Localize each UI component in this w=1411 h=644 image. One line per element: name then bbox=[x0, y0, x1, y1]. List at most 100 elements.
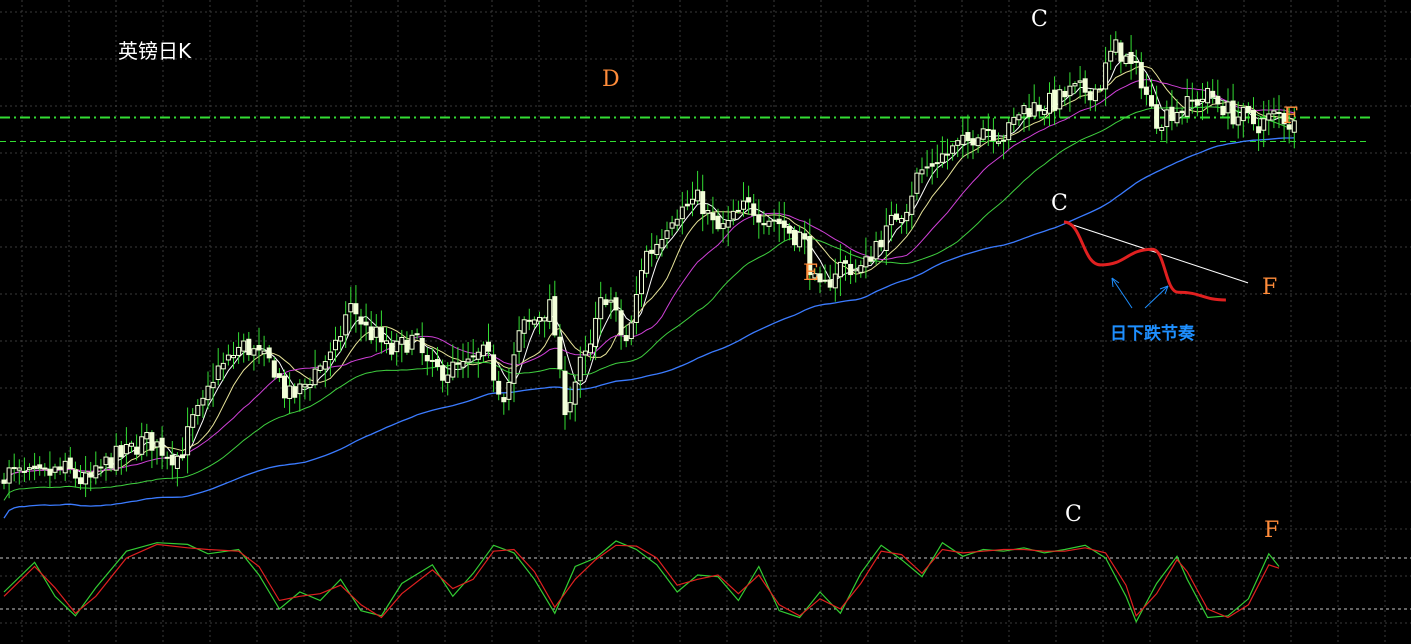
candle-body bbox=[720, 223, 726, 230]
candle-body bbox=[378, 327, 384, 343]
candle-body bbox=[225, 354, 231, 361]
label-f-main: F bbox=[1283, 104, 1298, 129]
candle-body bbox=[623, 335, 629, 342]
candle-body bbox=[756, 214, 762, 223]
candle-body bbox=[180, 454, 185, 459]
candle-body bbox=[786, 225, 792, 234]
candle-body bbox=[1184, 96, 1190, 117]
candle-body bbox=[47, 469, 53, 476]
candle-body bbox=[526, 319, 532, 322]
candle-body bbox=[924, 166, 930, 169]
candle-body bbox=[929, 163, 935, 167]
candle-body bbox=[496, 380, 502, 395]
candle-body bbox=[78, 477, 83, 485]
candle-body bbox=[1159, 126, 1165, 131]
candle-body bbox=[480, 344, 486, 357]
candle-body bbox=[674, 218, 680, 226]
candle-body bbox=[1021, 105, 1027, 115]
candle-body bbox=[465, 358, 471, 363]
candle-body bbox=[450, 361, 456, 378]
candle-body bbox=[307, 384, 313, 389]
label-c-osc: C bbox=[1065, 502, 1082, 527]
candle-body bbox=[822, 279, 828, 282]
candle-body bbox=[1062, 90, 1068, 98]
candle-body bbox=[1047, 92, 1052, 114]
candle-body bbox=[1210, 90, 1216, 98]
candle-body bbox=[149, 432, 155, 451]
candle-body bbox=[1154, 104, 1160, 129]
candle-body bbox=[1169, 106, 1175, 121]
candle-body bbox=[1057, 89, 1063, 110]
candle-body bbox=[200, 397, 206, 406]
candle-body bbox=[990, 129, 996, 141]
candle-body bbox=[394, 340, 400, 353]
candle-body bbox=[322, 361, 328, 370]
candle-body bbox=[659, 238, 665, 249]
candle-body bbox=[1261, 118, 1267, 131]
candle-body bbox=[1077, 80, 1083, 83]
candle-body bbox=[965, 132, 971, 142]
candle-body bbox=[883, 225, 889, 251]
candle-body bbox=[603, 299, 609, 306]
candle-body bbox=[246, 338, 252, 356]
candle-body bbox=[1118, 42, 1124, 62]
candle-body bbox=[282, 375, 287, 399]
candle-body bbox=[664, 230, 670, 239]
candle-body bbox=[440, 365, 446, 381]
candle-body bbox=[455, 362, 461, 365]
candle-body bbox=[608, 299, 614, 303]
candle-body bbox=[1067, 85, 1073, 97]
candle-body bbox=[368, 326, 374, 341]
candle-body bbox=[373, 326, 379, 338]
candle-body bbox=[363, 321, 369, 326]
candle-body bbox=[276, 373, 282, 378]
candle-body bbox=[1220, 105, 1226, 116]
candle-body bbox=[414, 333, 420, 336]
candle-body bbox=[21, 470, 27, 473]
candle-body bbox=[32, 465, 38, 469]
candle-body bbox=[945, 153, 950, 156]
candle-body bbox=[470, 355, 476, 358]
candle-body bbox=[888, 214, 894, 226]
candle-body bbox=[552, 296, 558, 336]
candle-body bbox=[154, 441, 160, 448]
candle-body bbox=[837, 261, 843, 278]
candle-body bbox=[231, 354, 236, 359]
candle-body bbox=[1235, 116, 1241, 126]
candle-body bbox=[1189, 99, 1195, 102]
candle-body bbox=[582, 350, 588, 356]
candle-body bbox=[684, 203, 690, 207]
candle-body bbox=[1276, 111, 1282, 114]
candle-body bbox=[312, 368, 318, 386]
candle-body bbox=[139, 436, 145, 455]
candle-body bbox=[751, 203, 757, 216]
candle-body bbox=[873, 240, 879, 260]
candle-body bbox=[1240, 106, 1246, 122]
candle-body bbox=[108, 457, 114, 469]
candle-body bbox=[710, 212, 716, 221]
candle-body bbox=[195, 404, 201, 416]
candle-body bbox=[287, 385, 293, 399]
candle-body bbox=[220, 362, 226, 370]
candle-body bbox=[679, 206, 685, 220]
candle-body bbox=[1011, 116, 1017, 125]
candle-body bbox=[725, 219, 731, 228]
candle-body bbox=[292, 386, 298, 398]
candle-body bbox=[1194, 99, 1200, 106]
candle-body bbox=[746, 197, 752, 203]
candle-body bbox=[654, 243, 660, 256]
candle-body bbox=[853, 268, 859, 272]
candle-body bbox=[1098, 88, 1103, 91]
candle-body bbox=[557, 336, 563, 370]
candle-body bbox=[1052, 89, 1058, 111]
candle-body bbox=[909, 195, 915, 215]
candle-body bbox=[1256, 126, 1262, 134]
candle-body bbox=[878, 239, 884, 248]
candle-body bbox=[562, 370, 568, 416]
candle-body bbox=[1108, 50, 1114, 62]
candle-body bbox=[1123, 55, 1129, 65]
candle-body bbox=[16, 467, 22, 471]
candle-body bbox=[83, 472, 89, 485]
candle-body bbox=[792, 229, 797, 246]
candle-body bbox=[741, 200, 746, 210]
